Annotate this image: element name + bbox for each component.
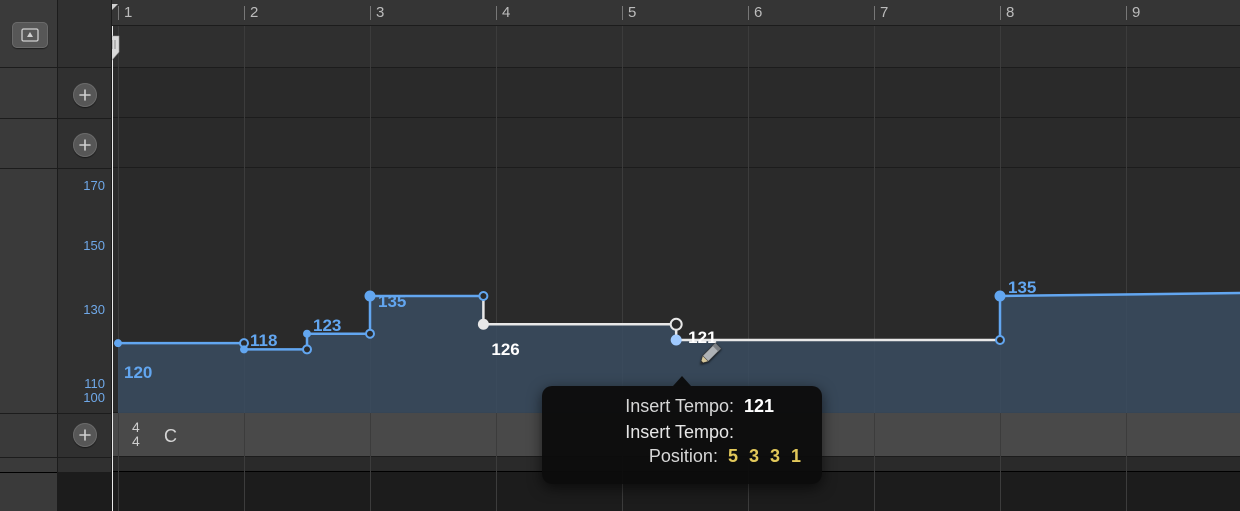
- bar-number: 6: [754, 4, 762, 21]
- bar-number: 5: [628, 4, 636, 21]
- plus-icon: [79, 429, 91, 441]
- tooltip-label: Position:: [560, 446, 728, 467]
- bar-tick: [748, 6, 749, 20]
- daw-global-tracks: 170 150 130 110 100 123456789 1201181231…: [0, 0, 1240, 511]
- playhead-line[interactable]: [112, 26, 113, 511]
- add-marker-button[interactable]: [73, 133, 97, 157]
- bar-tick: [118, 6, 119, 20]
- playhead-handle[interactable]: [112, 34, 121, 58]
- bar-ruler[interactable]: [112, 0, 1240, 26]
- plus-icon: [79, 89, 91, 101]
- tempo-axis-tick: 170: [83, 178, 105, 193]
- left-gutter-a: [0, 0, 58, 511]
- locator-ruler[interactable]: [112, 26, 1240, 68]
- playhead-icon: [112, 34, 121, 62]
- tempo-axis-tick: 100: [83, 390, 105, 405]
- tempo-point[interactable]: [366, 330, 374, 338]
- tempo-axis-tick: 110: [84, 376, 105, 391]
- bar-tick: [370, 6, 371, 20]
- tempo-value-label: 118: [250, 331, 277, 351]
- bar-number: 3: [376, 4, 384, 21]
- bar-tick: [622, 6, 623, 20]
- tempo-value-label: 123: [313, 316, 341, 336]
- insert-tempo-tooltip: Insert Tempo: 121 Insert Tempo: Position…: [542, 386, 822, 484]
- catch-playhead-button[interactable]: [12, 22, 48, 48]
- tempo-point[interactable]: [996, 336, 1004, 344]
- key-signature[interactable]: C: [164, 426, 177, 447]
- tooltip-label: Insert Tempo:: [560, 396, 744, 417]
- tempo-point[interactable]: [365, 291, 376, 302]
- tempo-point[interactable]: [114, 339, 122, 347]
- add-arrangement-marker-button[interactable]: [73, 83, 97, 107]
- tempo-axis-tick: 150: [83, 238, 105, 253]
- tempo-value-label: 135: [1008, 278, 1036, 298]
- catch-playhead-icon: [21, 28, 39, 42]
- tempo-point[interactable]: [303, 345, 311, 353]
- time-signature[interactable]: 4 4: [132, 420, 140, 448]
- pencil-cursor-icon: [694, 340, 724, 370]
- add-signature-button[interactable]: [73, 423, 97, 447]
- bar-number: 9: [1132, 4, 1140, 21]
- arrangement-lane[interactable]: [112, 68, 1240, 118]
- tooltip-position-value: 5 3 3 1: [728, 446, 804, 467]
- plus-icon: [79, 139, 91, 151]
- bar-tick: [1000, 6, 1001, 20]
- tempo-point[interactable]: [671, 319, 682, 330]
- marker-lane[interactable]: [112, 118, 1240, 168]
- tempo-axis-tick: 130: [83, 302, 105, 317]
- left-gutter-b: 170 150 130 110 100: [58, 0, 112, 511]
- corner-toolbar: [0, 0, 57, 68]
- bar-tick: [496, 6, 497, 20]
- tempo-point[interactable]: [303, 330, 311, 338]
- bar-number: 2: [250, 4, 258, 21]
- bar-number: 8: [1006, 4, 1014, 21]
- bar-number: 4: [502, 4, 510, 21]
- tempo-value-label: 135: [378, 292, 406, 312]
- tempo-point[interactable]: [479, 292, 487, 300]
- tooltip-tempo-value: 121: [744, 396, 804, 417]
- bar-number: 1: [124, 4, 132, 21]
- bar-tick: [1126, 6, 1127, 20]
- tempo-point[interactable]: [478, 319, 489, 330]
- tempo-point[interactable]: [240, 345, 248, 353]
- tempo-point[interactable]: [995, 291, 1006, 302]
- bar-tick: [244, 6, 245, 20]
- tempo-value-label: 120: [124, 363, 152, 383]
- tooltip-label: Insert Tempo:: [560, 422, 744, 443]
- cycle-start-marker-icon[interactable]: [112, 4, 118, 14]
- bar-tick: [874, 6, 875, 20]
- bar-number: 7: [880, 4, 888, 21]
- tempo-value-label: 126: [491, 340, 519, 360]
- timeline-area[interactable]: 123456789 120118123135135126121 4 4 C: [112, 0, 1240, 511]
- tempo-point[interactable]: [671, 335, 682, 346]
